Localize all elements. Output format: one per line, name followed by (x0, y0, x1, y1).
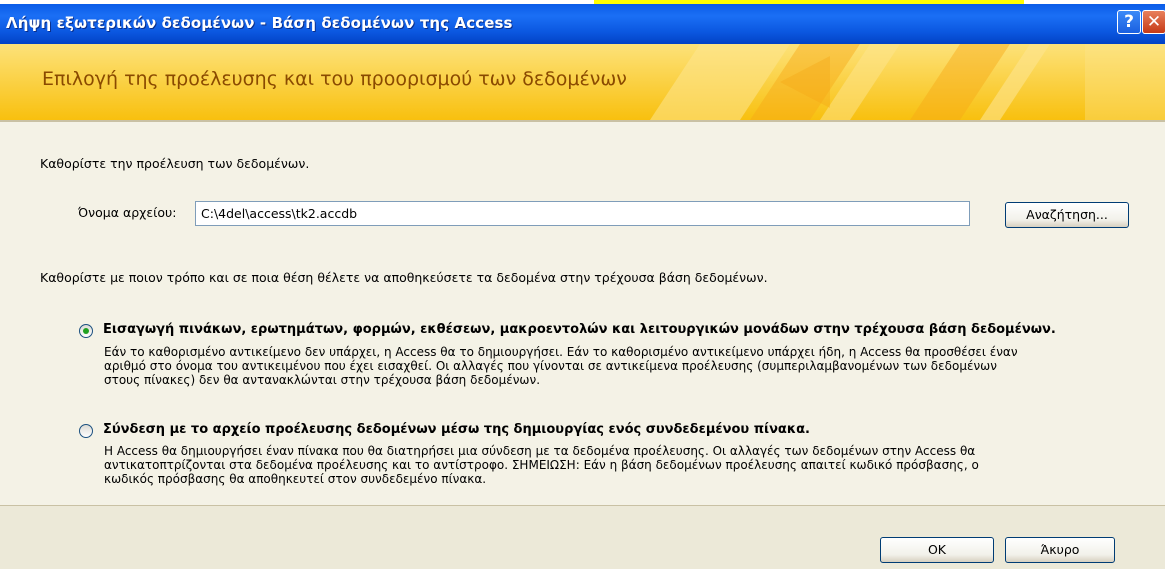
help-button[interactable]: ? (1117, 10, 1141, 34)
dialog-content: Καθορίστε την προέλευση των δεδομένων. Ό… (0, 122, 1165, 505)
window-title: Λήψη εξωτερικών δεδομένων - Βάση δεδομέν… (6, 14, 513, 32)
import-option-radio[interactable] (79, 324, 93, 338)
source-prompt: Καθορίστε την προέλευση των δεδομένων. (40, 156, 310, 171)
filename-input[interactable]: C:\4del\access\tk2.accdb (195, 201, 970, 226)
import-desc-line: αριθμό στο όνομα του αντικειμένου που έχ… (104, 359, 997, 373)
get-external-data-dialog: Λήψη εξωτερικών δεδομένων - Βάση δεδομέν… (0, 4, 1165, 569)
link-desc-line: κωδικός πρόσβασης θα αποθηκευτεί στον συ… (104, 472, 487, 486)
banner-heading: Επιλογή της προέλευσης και του προορισμο… (42, 68, 627, 90)
browse-button[interactable]: Αναζήτηση... (1005, 202, 1129, 228)
link-option-title[interactable]: Σύνδεση με το αρχείο προέλευσης δεδομένω… (103, 422, 810, 437)
close-button[interactable]: ✕ (1142, 10, 1165, 34)
ok-button[interactable]: OK (880, 537, 994, 563)
title-bar[interactable]: Λήψη εξωτερικών δεδομένων - Βάση δεδομέν… (0, 4, 1165, 44)
radio-selected-dot (83, 328, 89, 334)
import-option-description: Εάν το καθορισμένο αντικείμενο δεν υπάρχ… (104, 345, 1018, 387)
import-option-title[interactable]: Εισαγωγή πινάκων, ερωτημάτων, φορμών, εκ… (103, 322, 1056, 337)
cancel-button[interactable]: Άκυρο (1005, 537, 1115, 563)
link-option-radio[interactable] (79, 424, 93, 438)
link-desc-line: αντικατοπτρίζονται στα δεδομένα προέλευσ… (104, 458, 979, 472)
header-banner: Επιλογή της προέλευσης και του προορισμο… (0, 44, 1165, 120)
close-icon: ✕ (1146, 12, 1162, 32)
footer-divider (0, 505, 1165, 506)
help-icon: ? (1124, 12, 1134, 32)
import-desc-line: Εάν το καθορισμένο αντικείμενο δεν υπάρχ… (104, 345, 1018, 359)
destination-prompt: Καθορίστε με ποιον τρόπο και σε ποια θέσ… (40, 270, 768, 285)
link-desc-line: Η Access θα δημιουργήσει έναν πίνακα που… (104, 444, 976, 458)
filename-label: Όνομα αρχείου: (78, 205, 177, 220)
link-option-description: Η Access θα δημιουργήσει έναν πίνακα που… (104, 444, 979, 486)
import-desc-line: στους πίνακες) δεν θα αντανακλώνται στην… (104, 373, 541, 387)
